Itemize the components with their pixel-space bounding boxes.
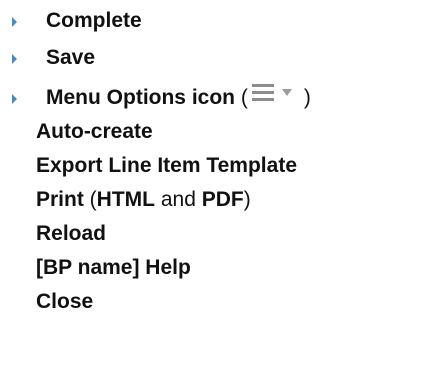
item-text: Menu Options icon () — [46, 82, 311, 114]
menu-option-print: Print (HTML and PDF) — [0, 184, 427, 216]
bullet-arrow-icon — [12, 54, 17, 64]
dropdown-caret-icon — [281, 89, 292, 96]
print-label: Print — [36, 188, 84, 211]
menu-option-export-template: Export Line Item Template — [0, 150, 427, 182]
item-label: Save — [46, 46, 96, 69]
bullet-arrow-icon — [12, 94, 17, 104]
menu-option-close: Close — [0, 286, 427, 318]
menu-options-icon — [248, 84, 304, 108]
menu-option-reload: Reload — [0, 218, 427, 250]
list-item-save: Save — [0, 42, 427, 74]
option-label: Close — [36, 290, 94, 313]
option-label: [BP name] Help — [36, 256, 191, 279]
option-label: Export Line Item Template — [36, 154, 297, 177]
pdf-label: PDF — [201, 188, 244, 211]
bullet-arrow-icon — [12, 17, 17, 27]
paren-open: ( — [235, 86, 248, 109]
menu-option-help: [BP name] Help — [0, 252, 427, 284]
paren-open: ( — [83, 188, 97, 211]
and-text: and — [155, 188, 202, 211]
list-item-complete: Complete — [0, 5, 427, 37]
item-label: Complete — [46, 9, 142, 32]
paren-close: ) — [243, 188, 251, 211]
list-item-menu-options: Menu Options icon () — [0, 82, 427, 114]
menu-option-auto-create: Auto-create — [0, 116, 427, 148]
item-label: Menu Options icon — [46, 86, 235, 109]
option-text: Print (HTML and PDF) — [36, 184, 251, 216]
option-label: Auto-create — [36, 120, 153, 143]
paren-close: ) — [303, 86, 311, 109]
html-label: HTML — [96, 188, 155, 211]
hamburger-icon — [251, 84, 274, 105]
option-label: Reload — [36, 222, 107, 245]
